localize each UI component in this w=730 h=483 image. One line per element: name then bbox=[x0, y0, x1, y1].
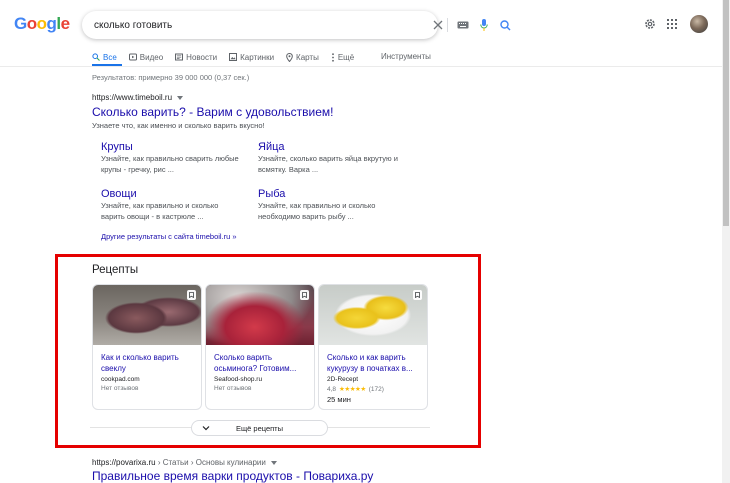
sitelink-title[interactable]: Яйца bbox=[258, 141, 398, 153]
result-url[interactable]: https://povarixa.ru › Статьи › Основы ку… bbox=[92, 458, 278, 467]
tab-video[interactable]: Видео bbox=[128, 50, 163, 64]
map-pin-icon bbox=[286, 52, 293, 62]
search-divider bbox=[447, 18, 448, 32]
recipe-source: Seafood-shop.ru bbox=[214, 376, 263, 383]
google-logo[interactable]: Google bbox=[14, 14, 70, 34]
tab-maps[interactable]: Карты bbox=[286, 50, 319, 64]
sitelink-title[interactable]: Крупы bbox=[101, 141, 241, 153]
apps-grid-icon[interactable] bbox=[664, 16, 680, 32]
sitelink-snippet: Узнайте, сколько варить яйца вкрутую и в… bbox=[258, 154, 398, 174]
search-tabs: Все Видео Новости Картинки Карты Ещё bbox=[92, 50, 366, 66]
tab-all[interactable]: Все bbox=[92, 50, 117, 64]
result-title[interactable]: Сколько варить? - Варим с удовольствием! bbox=[92, 105, 333, 119]
result-snippet: Узнаете что, как именно и сколько варить… bbox=[92, 121, 265, 130]
recipe-image bbox=[93, 285, 201, 345]
recipe-rating: 4,8 ★★★★★ (172) bbox=[327, 385, 384, 394]
image-icon bbox=[229, 53, 238, 61]
sitelink-snippet: Узнайте, как правильно и сколько варить … bbox=[101, 201, 219, 221]
search-box[interactable] bbox=[82, 11, 511, 39]
sitelink-title[interactable]: Рыба bbox=[258, 188, 398, 200]
recipe-card[interactable]: Как и сколько варить свеклу cookpad.com … bbox=[92, 284, 202, 410]
video-icon bbox=[128, 53, 137, 61]
search-icon[interactable] bbox=[498, 18, 512, 32]
recipe-title[interactable]: Сколько и как варить кукурузу в початках… bbox=[327, 352, 423, 374]
recipe-source: 2D-Recept bbox=[327, 376, 359, 383]
keyboard-icon[interactable] bbox=[456, 18, 470, 32]
recipes-heading: Рецепты bbox=[92, 264, 139, 276]
sitelink-snippet: Узнайте, как правильно и сколько необход… bbox=[258, 201, 376, 221]
search-input[interactable] bbox=[94, 16, 344, 34]
more-results-link[interactable]: Другие результаты с сайта timeboil.ru » bbox=[101, 232, 237, 241]
bookmark-icon[interactable] bbox=[300, 290, 309, 300]
account-avatar[interactable] bbox=[690, 15, 708, 33]
chevron-down-icon bbox=[202, 426, 210, 431]
recipe-image bbox=[206, 285, 314, 345]
more-vert-icon bbox=[331, 52, 334, 62]
tab-news[interactable]: Новости bbox=[175, 50, 217, 64]
recipe-source: cookpad.com bbox=[101, 376, 140, 383]
sitelink-snippet: Узнайте, как правильно сварить любые кру… bbox=[101, 154, 239, 174]
rating-count: (172) bbox=[368, 385, 384, 393]
recipe-time: 25 мин bbox=[327, 395, 351, 404]
sitelink-title[interactable]: Овощи bbox=[101, 188, 241, 200]
bookmark-icon[interactable] bbox=[413, 290, 422, 300]
recipe-title[interactable]: Как и сколько варить свеклу bbox=[101, 352, 197, 374]
recipe-title[interactable]: Сколько варить осьминога? Готовим... bbox=[214, 352, 310, 374]
clear-icon[interactable] bbox=[431, 18, 445, 32]
sitelink-vegetables[interactable]: Овощи Узнайте, как правильно и сколько в… bbox=[101, 188, 241, 222]
recipe-card[interactable]: Сколько варить осьминога? Готовим... Sea… bbox=[205, 284, 315, 410]
scrollbar-thumb[interactable] bbox=[723, 0, 729, 226]
result-title[interactable]: Правильное время варки продуктов - Повар… bbox=[92, 469, 373, 483]
microphone-icon[interactable] bbox=[477, 18, 491, 32]
tab-more[interactable]: Ещё bbox=[331, 50, 354, 64]
recipe-image bbox=[319, 285, 427, 345]
recipe-reviews: Нет отзывов bbox=[101, 385, 139, 392]
result-url[interactable]: https://www.timeboil.ru bbox=[92, 93, 184, 102]
more-recipes-button[interactable]: Ещё рецепты bbox=[191, 420, 328, 436]
caret-down-icon[interactable] bbox=[271, 461, 278, 465]
result-breadcrumb: › Статьи › Основы кулинарии bbox=[155, 458, 266, 467]
settings-gear-icon[interactable] bbox=[642, 16, 658, 32]
recipe-reviews: Нет отзывов bbox=[214, 385, 252, 392]
sitelink-fish[interactable]: Рыба Узнайте, как правильно и сколько не… bbox=[258, 188, 398, 222]
news-icon bbox=[175, 53, 184, 61]
sitelink-cereals[interactable]: Крупы Узнайте, как правильно сварить люб… bbox=[101, 141, 241, 175]
rating-value: 4,8 bbox=[327, 385, 337, 393]
caret-down-icon[interactable] bbox=[177, 96, 184, 100]
header-divider bbox=[0, 66, 722, 67]
recipe-card[interactable]: Сколько и как варить кукурузу в початках… bbox=[318, 284, 428, 410]
sitelink-eggs[interactable]: Яйца Узнайте, сколько варить яйца вкруту… bbox=[258, 141, 398, 175]
star-rating-icon: ★★★★★ bbox=[339, 386, 366, 393]
bookmark-icon[interactable] bbox=[187, 290, 196, 300]
tab-images[interactable]: Картинки bbox=[229, 50, 274, 64]
search-icon bbox=[92, 53, 100, 61]
result-stats: Результатов: примерно 39 000 000 (0,37 с… bbox=[92, 73, 250, 82]
tools-button[interactable]: Инструменты bbox=[381, 52, 431, 61]
